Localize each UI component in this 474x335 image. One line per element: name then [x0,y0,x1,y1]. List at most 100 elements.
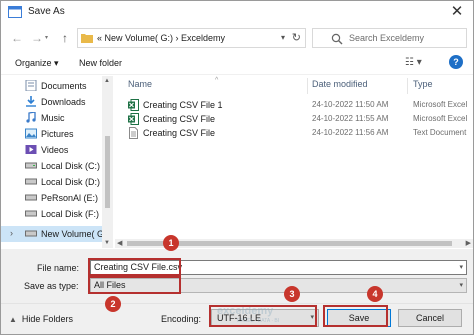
sidebar-item-pictures[interactable]: Pictures [1,126,102,142]
folder-icon [81,34,93,43]
address-dropdown-icon[interactable]: ▾ [281,33,285,42]
hide-folders-label: Hide Folders [21,314,73,324]
sidebar-item-label: Downloads [41,97,86,107]
save-dialog-icon [8,6,22,18]
refresh-icon[interactable]: ↻ [292,31,301,44]
recent-locations-chevron-icon[interactable]: ▾ [45,34,48,41]
scroll-down-icon[interactable]: ▼ [104,240,110,246]
file-date: 24-10-2022 11:55 AM [312,114,389,123]
sidebar-item-label: Music [41,113,65,123]
breadcrumb[interactable]: « New Volume( G:) › Exceldemy [97,33,225,43]
sidebar-item-downloads[interactable]: Downloads [1,94,102,110]
file-name-label: File name: [37,263,80,273]
view-options-icon[interactable]: ☷ ▾ [405,57,422,68]
pictures-icon [25,128,37,139]
step-badge-2: 2 [105,296,121,312]
music-icon [26,112,36,123]
navigation-pane-scrollbar[interactable]: ▲ ▼ [102,76,113,248]
sidebar-item-local-disk-d[interactable]: Local Disk (D:) [1,174,102,190]
cancel-button[interactable]: Cancel [398,309,462,327]
search-box[interactable]: Search Exceldemy [312,28,467,48]
column-header-name[interactable]: Name [128,79,152,95]
scroll-left-icon[interactable]: ◀ [117,239,122,247]
drive-icon [25,178,37,185]
save-as-dialog: Save As ✕ ← → ▾ ↑ « New Volume( G:) › Ex… [0,0,474,335]
chevron-down-icon[interactable]: ▾ [459,263,463,271]
scroll-up-icon[interactable]: ▲ [104,78,110,84]
file-date: 24-10-2022 11:56 AM [312,128,389,137]
new-folder-button[interactable]: New folder [79,58,122,68]
file-name: Creating CSV File [143,114,216,124]
close-icon[interactable]: ✕ [441,1,473,23]
step-badge-3: 3 [284,286,300,302]
search-input[interactable]: Search Exceldemy [349,33,424,43]
file-name-value[interactable]: Creating CSV File.csv [94,262,182,272]
sidebar-item-local-disk-c[interactable]: Local Disk (C:) [1,158,102,174]
step-badge-4: 4 [367,286,383,302]
sidebar-item-label: Local Disk (D:) [41,177,101,187]
encoding-select[interactable]: UTF-16 LE ▾ [211,309,319,327]
save-form: File name: Creating CSV File.csv ▾ Save … [1,249,473,303]
drive-icon [25,162,37,169]
column-divider[interactable] [407,78,408,94]
chevron-up-icon: ▲ [9,315,17,324]
videos-icon [25,145,37,154]
sidebar-item-label: Documents [41,81,87,91]
hide-folders-toggle[interactable]: ▲ Hide Folders [9,314,73,324]
chevron-right-icon[interactable]: › [10,228,13,238]
sidebar-item-videos[interactable]: Videos [1,142,102,158]
search-icon [331,33,343,45]
save-as-type-label: Save as type: [24,281,79,291]
sidebar-item-label: Pictures [41,129,74,139]
text-file-icon [129,127,138,139]
file-type: Text Document [413,128,467,137]
organize-menu[interactable]: Organize ▾ [15,58,59,69]
help-icon[interactable]: ? [449,55,463,69]
column-divider[interactable] [307,78,308,94]
back-arrow-icon[interactable]: ← [9,30,25,46]
save-as-type-select[interactable]: All Files ▾ [90,278,467,293]
excel-file-icon [128,99,139,111]
chevron-down-icon[interactable]: ▾ [459,281,463,289]
sidebar-item-music[interactable]: Music [1,110,102,126]
chevron-down-icon[interactable]: ▾ [310,313,314,321]
file-date: 24-10-2022 11:50 AM [312,100,389,109]
encoding-value: UTF-16 LE [217,313,262,323]
column-header-date[interactable]: Date modified [312,79,368,95]
file-type: Microsoft Excel [413,114,468,123]
sort-caret-icon: ^ [215,77,219,84]
sidebar-item-label: Local Disk (F:) [41,209,100,219]
file-row[interactable]: Creating CSV File 1 24-10-2022 11:50 AM … [115,98,473,112]
column-header-type[interactable]: Type [413,79,433,95]
scroll-right-icon[interactable]: ▶ [466,239,471,247]
drive-icon [25,210,37,217]
sidebar-item-label: Videos [41,145,69,155]
sidebar-item-new-volume-g[interactable]: › New Volume( G:) [1,226,110,242]
file-row[interactable]: Creating CSV File 24-10-2022 11:55 AM Mi… [115,112,473,126]
sidebar-item-label: Local Disk (C:) [41,161,101,171]
title-bar: Save As ✕ [1,1,473,23]
drive-icon [25,230,37,237]
file-name-field[interactable]: Creating CSV File.csv ▾ [90,260,467,275]
downloads-icon [26,96,36,107]
step-badge-1: 1 [163,235,179,251]
command-bar: Organize ▾ New folder ☷ ▾ ? [1,53,473,75]
navigation-pane: Documents Downloads Music Pictures Video… [1,76,114,248]
file-name: Creating CSV File [143,128,216,138]
sidebar-item-label: PeRsonAl (E:) [41,193,99,203]
file-name: Creating CSV File 1 [143,100,223,110]
drive-icon [25,194,37,201]
up-arrow-icon[interactable]: ↑ [57,30,73,46]
address-bar[interactable]: « New Volume( G:) › Exceldemy ▾ ↻ [77,28,306,48]
file-list: Name ^ Date modified Type Creating CSV F… [115,76,473,248]
file-type: Microsoft Excel [413,100,468,109]
sidebar-item-documents[interactable]: Documents [1,78,102,94]
encoding-label: Encoding: [161,314,202,324]
file-row[interactable]: Creating CSV File 24-10-2022 11:56 AM Te… [115,126,473,140]
save-button[interactable]: Save [327,309,391,327]
scrollbar-thumb[interactable] [105,136,110,208]
sidebar-item-personal-e[interactable]: PeRsonAl (E:) [1,190,102,206]
dialog-footer: ▲ Hide Folders Encoding: UTF-16 LE ▾ exce… [1,303,473,334]
sidebar-item-local-disk-f[interactable]: Local Disk (F:) [1,206,102,222]
forward-arrow-icon[interactable]: → [29,30,45,46]
